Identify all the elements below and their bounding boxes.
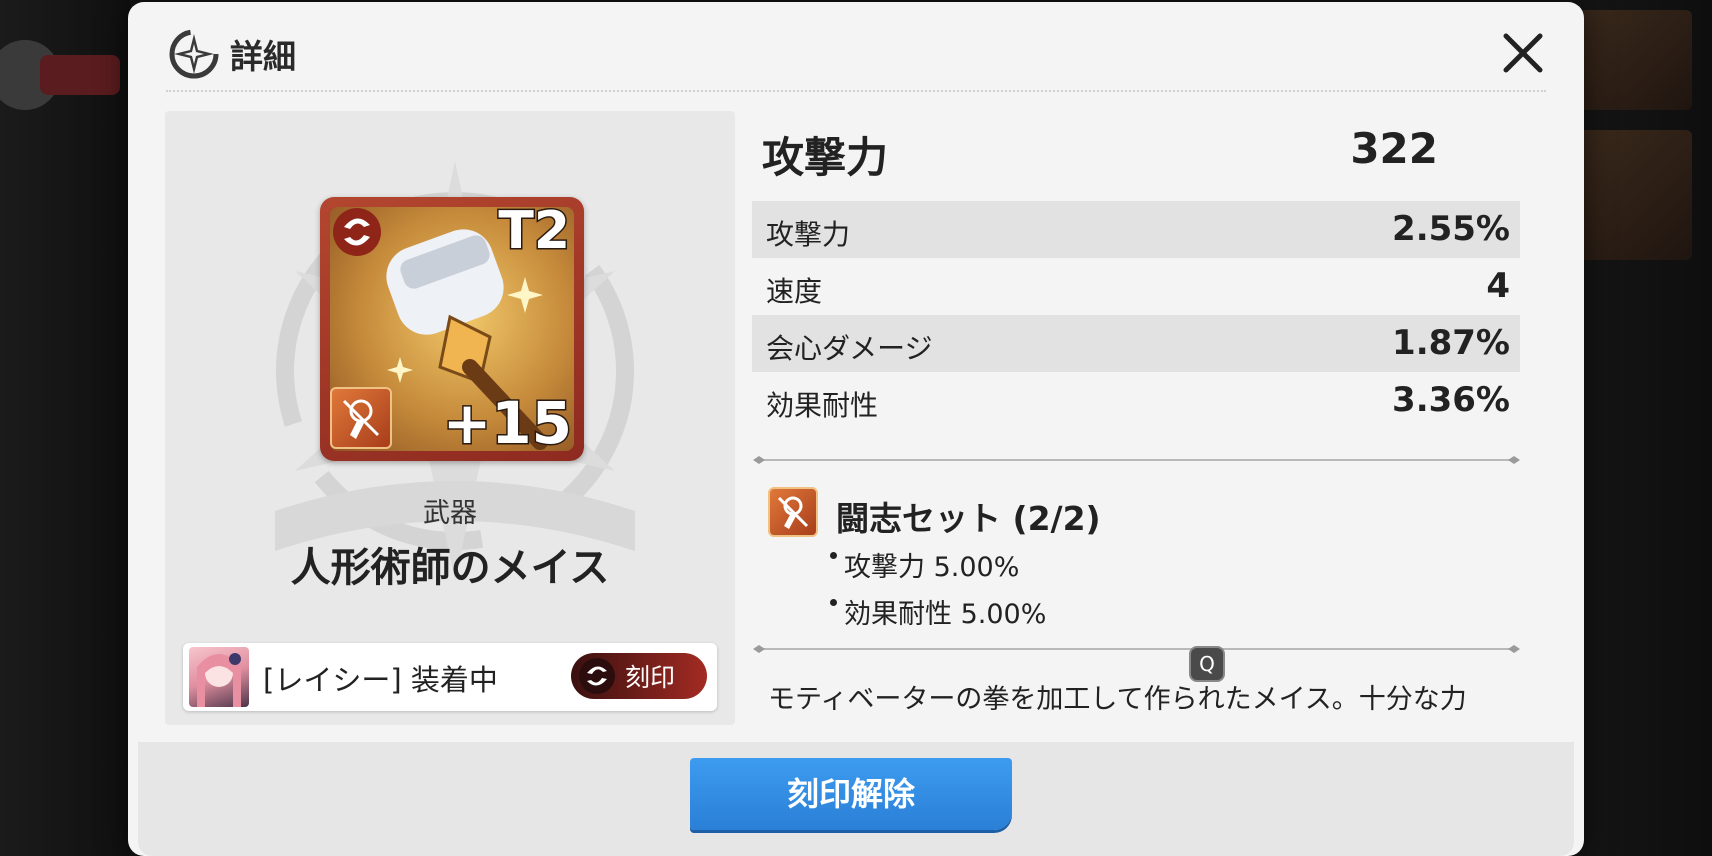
section-divider: [753, 456, 1520, 464]
background-badge: [40, 55, 120, 95]
sub-stat-row: 攻撃力 2.55%: [752, 201, 1520, 258]
set-title: 闘志セット (2/2): [836, 499, 1101, 538]
equipped-character-bar: [レイシー] 装着中 刻印: [183, 643, 717, 711]
background-left: [0, 0, 130, 856]
item-preview-panel: T2 +15 武器 人形術師のメイス [レイシー] 装着中 刻印: [165, 111, 735, 725]
main-stat-name: 攻撃力: [762, 133, 889, 182]
background-right: [1562, 0, 1712, 856]
modal-header: 詳細: [166, 24, 296, 84]
sub-stat-name: 効果耐性: [766, 389, 879, 422]
equipped-status-text: [レイシー] 装着中: [263, 663, 498, 697]
set-effect-icon: [768, 487, 818, 537]
sub-stat-value: 3.36%: [1392, 380, 1510, 420]
engrave-mark-icon: [333, 208, 381, 256]
section-divider: [753, 645, 1520, 653]
item-name: 人形術師のメイス: [290, 545, 610, 591]
sub-stat-list: 攻撃力 2.55% 速度 4 会心ダメージ 1.87% 効果耐性 3.36%: [752, 201, 1520, 429]
set-bonus: 攻撃力 5.00%: [829, 545, 1019, 584]
enhance-level: +15: [441, 388, 573, 459]
sub-stat-name: 会心ダメージ: [766, 332, 933, 365]
set-icon: [330, 387, 392, 449]
engrave-button[interactable]: 刻印: [571, 653, 707, 699]
engrave-icon: [579, 658, 615, 694]
background-tile: [1572, 10, 1692, 110]
background-tile: [1572, 130, 1692, 260]
sub-stat-row: 速度 4: [752, 258, 1520, 315]
main-stat: 攻撃力 322: [762, 124, 1438, 182]
engrave-button-label: 刻印: [625, 663, 676, 692]
compass-star-icon: [169, 29, 219, 79]
sub-stat-value: 2.55%: [1392, 209, 1510, 249]
item-icon[interactable]: T2 +15: [320, 197, 584, 461]
character-avatar: [189, 647, 249, 707]
modal-title: 詳細: [230, 37, 296, 76]
close-icon[interactable]: [1498, 28, 1548, 78]
item-tier: T2: [497, 200, 572, 263]
item-type: 武器: [423, 498, 477, 529]
sub-stat-name: 速度: [766, 275, 823, 308]
item-description: モティベーターの拳を加工して作られたメイス。十分な力: [768, 684, 1467, 715]
q-key-badge[interactable]: Q: [1189, 646, 1225, 682]
sub-stat-row: 効果耐性 3.36%: [752, 372, 1520, 429]
header-divider: [166, 90, 1546, 92]
sub-stat-row: 会心ダメージ 1.87%: [752, 315, 1520, 372]
sub-stat-value: 4: [1486, 266, 1510, 306]
detail-modal: 詳細 T2 +15 武器 人形術師のメイス [レイシー] 装着中 刻印 攻撃力 …: [128, 2, 1584, 856]
sub-stat-value: 1.87%: [1392, 323, 1510, 363]
modal-footer: 刻印解除: [138, 742, 1574, 856]
unengrave-button[interactable]: 刻印解除: [690, 758, 1012, 830]
sub-stat-name: 攻撃力: [766, 218, 851, 251]
main-stat-value: 322: [1350, 124, 1438, 173]
set-bonus: 効果耐性 5.00%: [829, 592, 1046, 631]
